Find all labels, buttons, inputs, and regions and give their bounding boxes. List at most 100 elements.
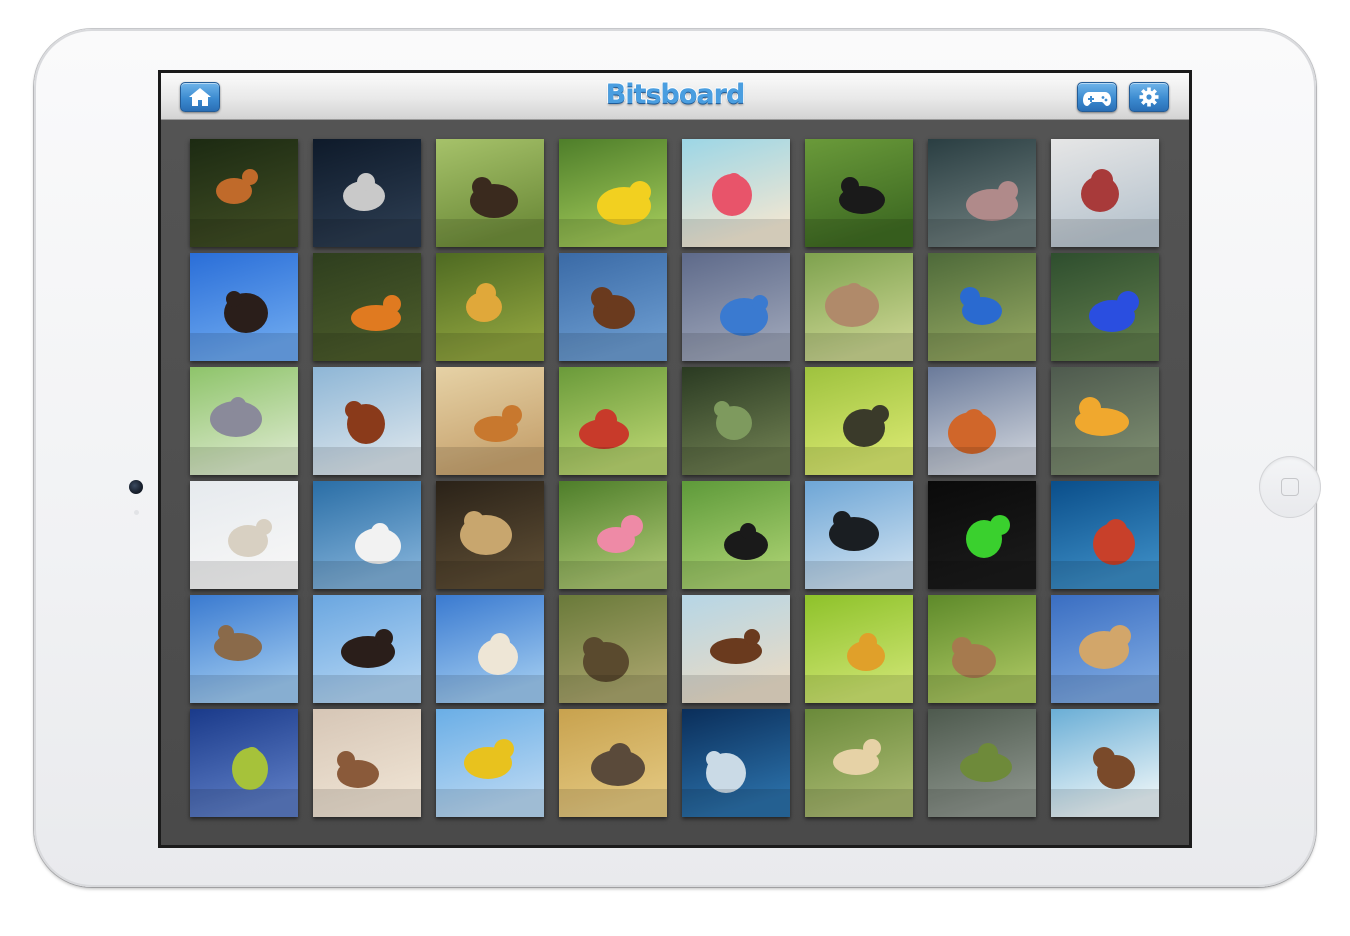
tile-hornbill[interactable] bbox=[682, 481, 790, 589]
tile-octopus[interactable] bbox=[1051, 481, 1159, 589]
tile-chicks[interactable] bbox=[805, 709, 913, 817]
tile-mantis[interactable] bbox=[190, 709, 298, 817]
snake-photo bbox=[436, 253, 544, 361]
kingfisher-photo bbox=[682, 253, 790, 361]
tile-toucan[interactable] bbox=[559, 139, 667, 247]
gamepad-icon bbox=[1083, 92, 1111, 106]
tile-hawk[interactable] bbox=[190, 595, 298, 703]
tile-swan[interactable] bbox=[313, 481, 421, 589]
tile-snail[interactable] bbox=[928, 595, 1036, 703]
tile-fox[interactable] bbox=[928, 367, 1036, 475]
tile-kitten[interactable] bbox=[190, 367, 298, 475]
iguana-photo bbox=[682, 367, 790, 475]
tile-flamingo[interactable] bbox=[682, 139, 790, 247]
snail-photo bbox=[928, 595, 1036, 703]
caterpillar-photo bbox=[805, 595, 913, 703]
image-board bbox=[161, 120, 1189, 845]
white-lion-photo bbox=[436, 595, 544, 703]
hummingbird-photo bbox=[1051, 139, 1159, 247]
tile-owl[interactable] bbox=[313, 709, 421, 817]
hawk-photo bbox=[190, 595, 298, 703]
monkey-photo bbox=[805, 253, 913, 361]
tile-bee[interactable] bbox=[436, 709, 544, 817]
ocelot-photo bbox=[436, 481, 544, 589]
horse-photo bbox=[682, 595, 790, 703]
swan-photo bbox=[313, 481, 421, 589]
tile-kea[interactable] bbox=[928, 709, 1036, 817]
kitten-photo bbox=[190, 367, 298, 475]
tile-gorilla[interactable] bbox=[805, 139, 913, 247]
tile-iguana[interactable] bbox=[682, 367, 790, 475]
tile-spoonbill[interactable] bbox=[559, 481, 667, 589]
tarantula-photo bbox=[313, 139, 421, 247]
whale-photo bbox=[682, 709, 790, 817]
tile-butterfly[interactable] bbox=[1051, 367, 1159, 475]
tile-giraffe[interactable] bbox=[1051, 595, 1159, 703]
hyena-photo bbox=[559, 709, 667, 817]
flamingo-photo bbox=[682, 139, 790, 247]
tile-frog[interactable] bbox=[190, 139, 298, 247]
tile-lanternfly[interactable] bbox=[928, 481, 1036, 589]
tile-bat[interactable] bbox=[190, 253, 298, 361]
owl-photo bbox=[313, 709, 421, 817]
tile-orangutan[interactable] bbox=[313, 367, 421, 475]
tile-vulture[interactable] bbox=[313, 595, 421, 703]
hippo-photo bbox=[928, 139, 1036, 247]
bear-photo bbox=[1051, 709, 1159, 817]
tile-hummingbird[interactable] bbox=[1051, 139, 1159, 247]
wolf-photo bbox=[190, 481, 298, 589]
spoonbill-photo bbox=[559, 481, 667, 589]
peacock-photo bbox=[928, 253, 1036, 361]
settings-button[interactable] bbox=[1129, 82, 1169, 112]
tile-tarantula[interactable] bbox=[313, 139, 421, 247]
tile-peacock[interactable] bbox=[928, 253, 1036, 361]
elk-photo bbox=[559, 595, 667, 703]
lizard-photo bbox=[1051, 253, 1159, 361]
octopus-photo bbox=[1051, 481, 1159, 589]
tile-stag-beetle[interactable] bbox=[436, 139, 544, 247]
tile-wood-duck[interactable] bbox=[559, 253, 667, 361]
tile-chrysalis[interactable] bbox=[313, 253, 421, 361]
tile-bear[interactable] bbox=[1051, 709, 1159, 817]
orangutan-photo bbox=[313, 367, 421, 475]
games-button[interactable] bbox=[1077, 82, 1117, 112]
hornbill-photo bbox=[682, 481, 790, 589]
gorilla-photo bbox=[805, 139, 913, 247]
tile-hippo[interactable] bbox=[928, 139, 1036, 247]
gear-icon bbox=[1139, 87, 1159, 107]
tile-horse[interactable] bbox=[682, 595, 790, 703]
toucan-photo bbox=[559, 139, 667, 247]
app-logo-title: Bitsboard bbox=[605, 79, 746, 110]
kea-photo bbox=[928, 709, 1036, 817]
front-camera bbox=[129, 480, 143, 494]
bee-photo bbox=[436, 709, 544, 817]
tile-elk[interactable] bbox=[559, 595, 667, 703]
vulture-photo bbox=[313, 595, 421, 703]
lanternfly-photo bbox=[928, 481, 1036, 589]
butterfly-photo bbox=[1051, 367, 1159, 475]
tile-penguin[interactable] bbox=[805, 481, 913, 589]
tile-white-lion[interactable] bbox=[436, 595, 544, 703]
dragonfly-photo bbox=[559, 367, 667, 475]
chrysalis-photo bbox=[313, 253, 421, 361]
hardware-home-button[interactable] bbox=[1259, 456, 1321, 518]
tile-hyena[interactable] bbox=[559, 709, 667, 817]
wood-duck-photo bbox=[559, 253, 667, 361]
tile-caterpillar[interactable] bbox=[805, 595, 913, 703]
tile-whale[interactable] bbox=[682, 709, 790, 817]
tile-dragonfly[interactable] bbox=[559, 367, 667, 475]
penguin-photo bbox=[805, 481, 913, 589]
top-toolbar: Bitsboard bbox=[161, 73, 1189, 120]
fox-photo bbox=[928, 367, 1036, 475]
tile-gazelle[interactable] bbox=[436, 367, 544, 475]
tile-monkey[interactable] bbox=[805, 253, 913, 361]
tile-kingfisher[interactable] bbox=[682, 253, 790, 361]
tile-lizard[interactable] bbox=[1051, 253, 1159, 361]
tile-wolf[interactable] bbox=[190, 481, 298, 589]
giraffe-photo bbox=[1051, 595, 1159, 703]
tile-fly[interactable] bbox=[805, 367, 913, 475]
tile-ocelot[interactable] bbox=[436, 481, 544, 589]
home-square-icon bbox=[1281, 478, 1299, 496]
light-sensor bbox=[134, 510, 139, 515]
tile-snake[interactable] bbox=[436, 253, 544, 361]
